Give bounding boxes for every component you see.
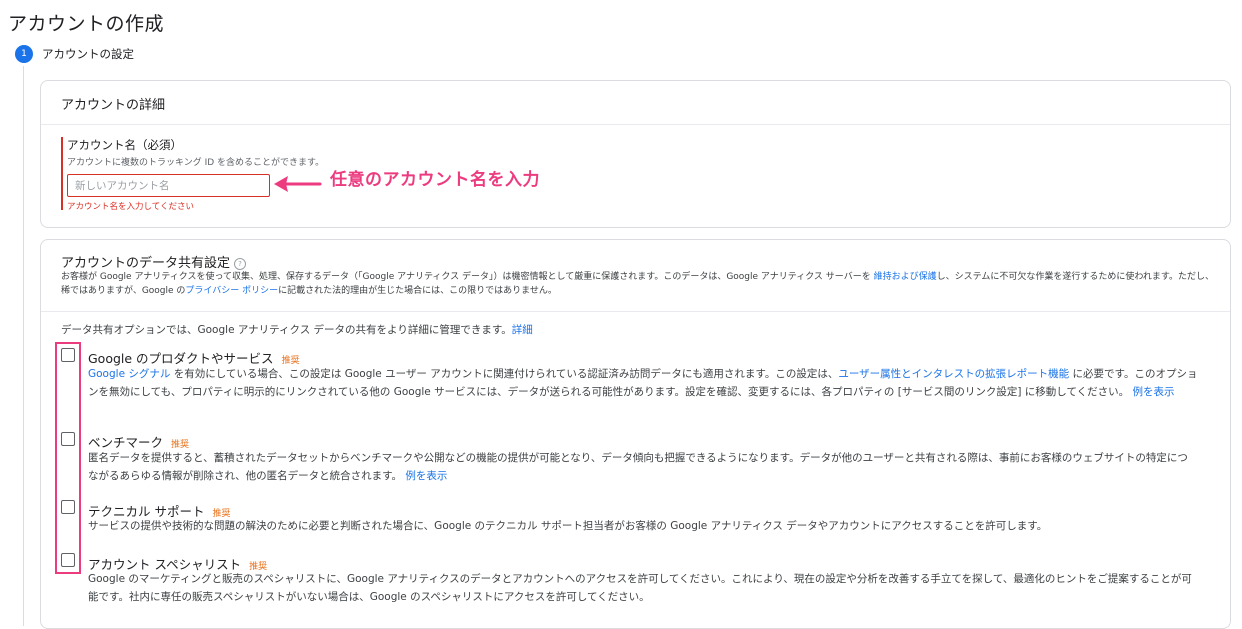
sharing-desc-text: に記載された法的理由が生じた場合には、この限りではありません。 — [278, 286, 557, 296]
options-intro-text: データ共有オプションでは、Google アナリティクス データの共有をより詳細に… — [61, 324, 512, 336]
field-error-bar — [61, 137, 63, 210]
card-divider — [41, 311, 1230, 312]
privacy-policy-link[interactable]: プライバシー ポリシー — [185, 286, 278, 296]
data-sharing-description: お客様が Google アナリティクスを使って収集、処理、保存するデータ（「Go… — [61, 270, 1221, 298]
account-name-label: アカウント名（必須） — [67, 138, 182, 152]
checkbox-highlight-box — [55, 342, 81, 574]
sharing-desc-text: お客様が Google アナリティクスを使って収集、処理、保存するデータ（「Go… — [61, 272, 874, 282]
options-intro: データ共有オプションでは、Google アナリティクス データの共有をより詳細に… — [61, 322, 533, 337]
option-desc-benchmarking: 匿名データを提供すると、蓄積されたデータセットからベンチマークや公開などの機能の… — [88, 449, 1198, 485]
show-example-link[interactable]: 例を表示 — [1133, 386, 1175, 398]
option-desc-text: を有効にしている場合、この設定は Google ユーザー アカウントに関連付けら… — [170, 368, 839, 380]
checkbox-account-specialists[interactable] — [61, 553, 75, 567]
demographics-link[interactable]: ユーザー属性とインタレストの拡張レポート機能 — [838, 368, 1069, 380]
annotation-arrow-icon — [274, 176, 322, 192]
account-name-help: アカウントに複数のトラッキング ID を含めることができます。 — [67, 158, 325, 168]
page-title: アカウントの作成 — [8, 13, 165, 35]
option-title-text: Google のプロダクトやサービス — [88, 351, 274, 366]
option-desc-google-products: Google シグナル を有効にしている場合、この設定は Google ユーザー… — [88, 365, 1198, 401]
account-details-card: アカウントの詳細 アカウント名（必須） アカウントに複数のトラッキング ID を… — [40, 80, 1231, 228]
maintain-protect-link[interactable]: 維持および保護 — [874, 272, 937, 282]
step-badge: 1 — [15, 45, 33, 63]
option-desc-account-specialists: Google のマーケティングと販売のスペシャリストに、Google アナリティ… — [88, 570, 1198, 606]
show-example-link[interactable]: 例を表示 — [405, 470, 447, 482]
account-name-error: アカウント名を入力してください — [67, 202, 194, 212]
option-desc-technical-support: サービスの提供や技術的な問題の解決のために必要と判断された場合に、Google … — [88, 517, 1198, 535]
step-label: アカウントの設定 — [42, 47, 134, 61]
google-signals-link[interactable]: Google シグナル — [88, 368, 170, 380]
option-desc-text: サービスの提供や技術的な問題の解決のために必要と判断された場合に、Google … — [88, 520, 1048, 532]
option-title-text: ベンチマーク — [88, 435, 164, 450]
help-icon[interactable]: ? — [234, 258, 247, 270]
checkbox-benchmarking[interactable] — [61, 432, 75, 446]
card-divider — [41, 124, 1230, 125]
annotation-text: 任意のアカウント名を入力 — [330, 170, 540, 190]
account-name-input[interactable] — [67, 174, 270, 197]
step-connector-line — [23, 66, 24, 626]
account-details-title: アカウントの詳細 — [61, 98, 166, 113]
option-desc-text: 匿名データを提供すると、蓄積されたデータセットからベンチマークや公開などの機能の… — [88, 452, 1188, 482]
data-sharing-title-text: アカウントのデータ共有設定 — [61, 256, 231, 271]
data-sharing-title: アカウントのデータ共有設定? — [61, 252, 247, 271]
checkbox-google-products[interactable] — [61, 348, 75, 362]
checkbox-technical-support[interactable] — [61, 500, 75, 514]
details-link[interactable]: 詳細 — [512, 324, 533, 336]
option-desc-text: Google のマーケティングと販売のスペシャリストに、Google アナリティ… — [88, 573, 1192, 603]
